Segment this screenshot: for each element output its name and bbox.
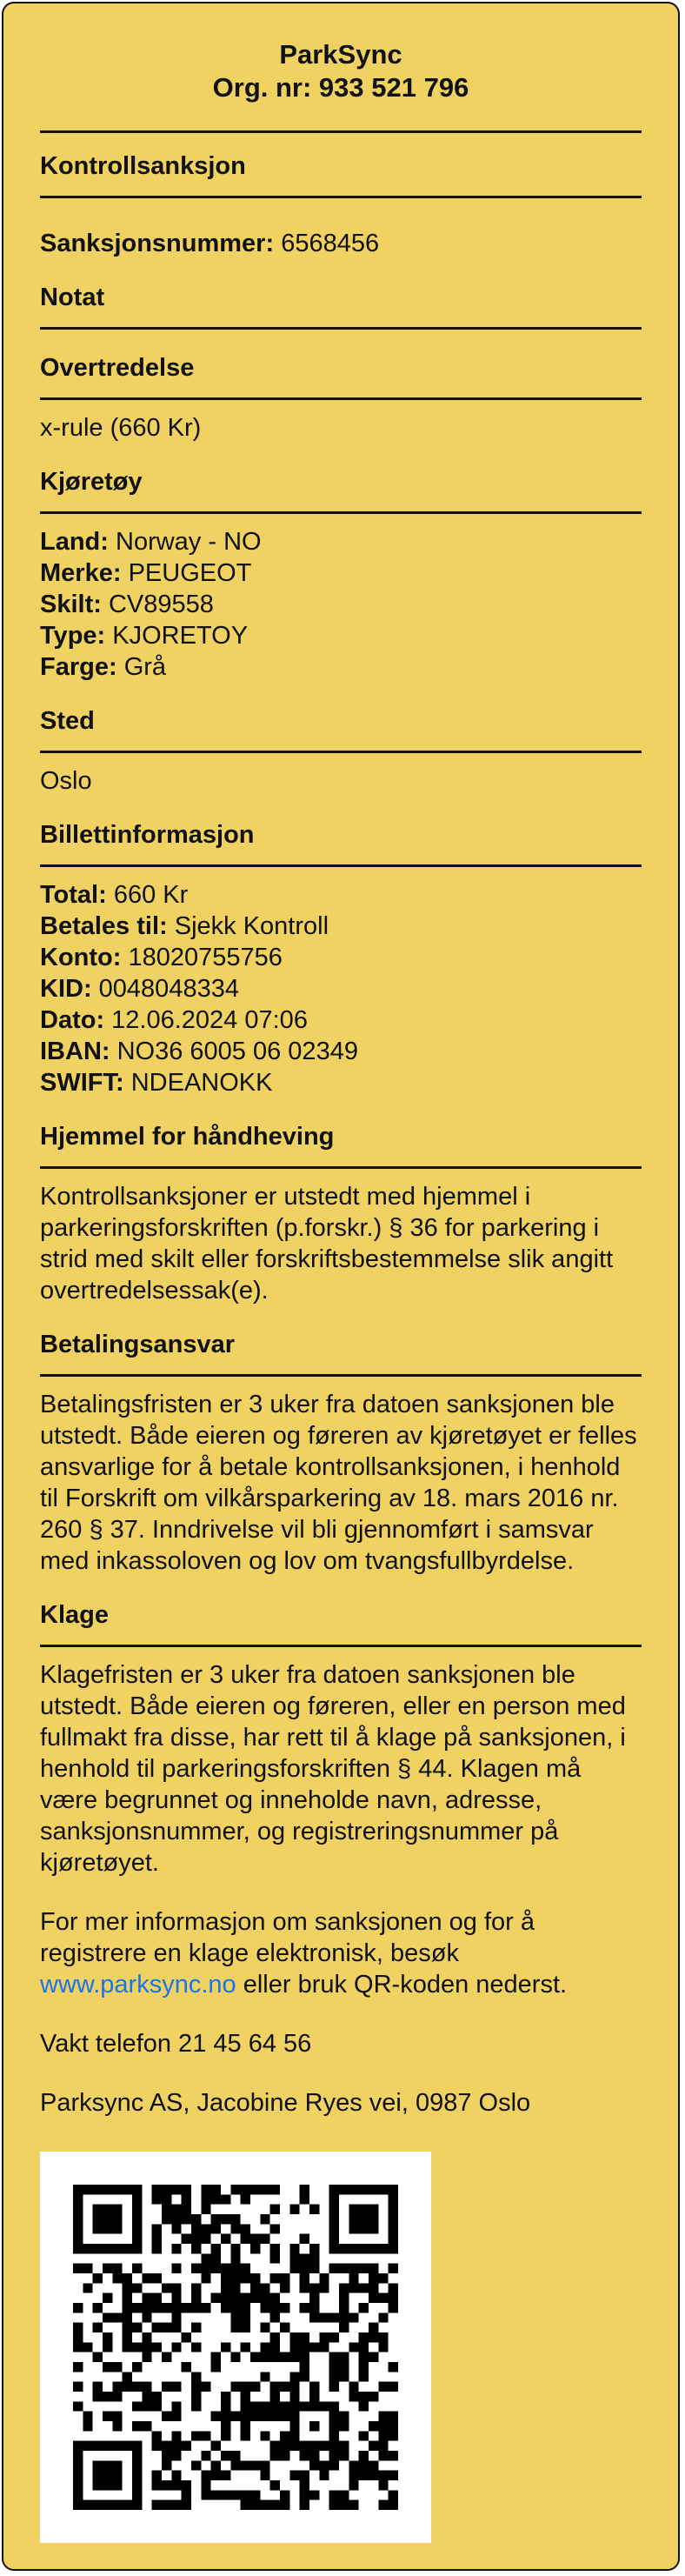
divider	[40, 751, 642, 753]
more-info-before: For mer informasjon om sanksjonen og for…	[40, 1908, 535, 1967]
company-address-text: Parksync AS, Jacobine Ryes vei, 0987 Osl…	[40, 2089, 531, 2117]
vehicle-country-label: Land:	[40, 528, 109, 556]
kid-value: 0048048334	[98, 975, 239, 1003]
swift-label: SWIFT:	[40, 1069, 124, 1097]
section-title-betalingsansvar: Betalingsansvar	[40, 1331, 236, 1358]
ticket-info: Total: 660 Kr Betales til: Sjekk Kontrol…	[40, 879, 642, 1098]
vehicle-row: Merke: PEUGEOT	[40, 557, 642, 589]
duty-phone-text: Vakt telefon 21 45 64 56	[40, 2030, 312, 2058]
violation-value: x-rule (660 Kr)	[40, 414, 202, 442]
section-title-kontrollsanksjon: Kontrollsanksjon	[40, 152, 246, 180]
legal-basis-text: Kontrollsanksjoner er utstedt med hjemme…	[40, 1183, 614, 1305]
qr-code-icon[interactable]	[73, 2185, 398, 2510]
divider	[40, 327, 642, 330]
section-title-kjoretoy: Kjøretøy	[40, 468, 143, 496]
section-title-notat: Notat	[40, 284, 105, 311]
ticket-info-row: Betales til: Sjekk Kontroll	[40, 911, 642, 942]
more-info-after: eller bruk QR-koden nederst.	[236, 1971, 568, 1999]
swift-value: NDEANOKK	[130, 1069, 273, 1097]
vehicle-row: Farge: Grå	[40, 651, 642, 683]
complaint-text: Klagefristen er 3 uker fra datoen sanksj…	[40, 1661, 626, 1877]
more-info-text: For mer informasjon om sanksjonen og for…	[40, 1906, 642, 2000]
vehicle-row: Type: KJORETOY	[40, 620, 642, 651]
company-name: ParkSync	[279, 39, 402, 70]
total-value: 660 Kr	[113, 881, 189, 909]
account-label: Konto:	[40, 944, 122, 971]
ticket-info-row: Konto: 18020755756	[40, 942, 642, 973]
sanction-ticket: ParkSync Org. nr: 933 521 796 Kontrollsa…	[2, 2, 680, 2571]
location-value: Oslo	[40, 767, 92, 795]
section-title-hjemmel: Hjemmel for håndheving	[40, 1123, 335, 1151]
section-title-overtredelse: Overtredelse	[40, 354, 195, 382]
vehicle-country-value: Norway - NO	[116, 528, 262, 556]
sanction-number-value: 6568456	[281, 230, 380, 257]
ticket-info-row: Dato: 12.06.2024 07:06	[40, 1004, 642, 1036]
qr-code-container[interactable]	[40, 2152, 431, 2543]
ticket-info-row: SWIFT: NDEANOKK	[40, 1067, 642, 1098]
ticket-info-row: KID: 0048048334	[40, 973, 642, 1004]
section-title-klage: Klage	[40, 1601, 109, 1629]
sanction-number-label: Sanksjonsnummer:	[40, 230, 275, 257]
org-number: Org. nr: 933 521 796	[212, 72, 469, 103]
vehicle-type-label: Type:	[40, 622, 106, 650]
section-title-billettinformasjon: Billettinformasjon	[40, 821, 255, 849]
ticket-info-row: IBAN: NO36 6005 06 02349	[40, 1036, 642, 1067]
divider	[40, 196, 642, 198]
total-label: Total:	[40, 881, 107, 909]
date-value: 12.06.2024 07:06	[111, 1006, 308, 1034]
vehicle-plate-label: Skilt:	[40, 591, 102, 618]
payee-value: Sjekk Kontroll	[174, 912, 329, 940]
divider	[40, 130, 642, 133]
sanction-number-row: Sanksjonsnummer: 6568456	[40, 228, 642, 259]
iban-label: IBAN:	[40, 1038, 110, 1065]
kid-label: KID:	[40, 975, 92, 1003]
vehicle-row: Land: Norway - NO	[40, 526, 642, 557]
vehicle-make-label: Merke:	[40, 559, 122, 587]
divider	[40, 511, 642, 514]
vehicle-row: Skilt: CV89558	[40, 589, 642, 620]
divider	[40, 397, 642, 400]
ticket-header: ParkSync Org. nr: 933 521 796	[40, 38, 642, 104]
divider	[40, 864, 642, 867]
iban-value: NO36 6005 06 02349	[116, 1038, 358, 1065]
vehicle-color-value: Grå	[123, 653, 167, 681]
vehicle-make-value: PEUGEOT	[128, 559, 252, 587]
website-link[interactable]: www.parksync.no	[40, 1971, 236, 1999]
divider	[40, 1166, 642, 1169]
vehicle-details: Land: Norway - NO Merke: PEUGEOT Skilt: …	[40, 526, 642, 683]
divider	[40, 1645, 642, 1647]
vehicle-plate-value: CV89558	[108, 591, 214, 618]
payment-responsibility-text: Betalingsfristen er 3 uker fra datoen sa…	[40, 1391, 637, 1575]
date-label: Dato:	[40, 1006, 105, 1034]
section-title-sted: Sted	[40, 707, 95, 735]
divider	[40, 1374, 642, 1377]
ticket-info-row: Total: 660 Kr	[40, 879, 642, 911]
payee-label: Betales til:	[40, 912, 168, 940]
vehicle-type-value: KJORETOY	[112, 622, 249, 650]
account-value: 18020755756	[128, 944, 283, 971]
vehicle-color-label: Farge:	[40, 653, 117, 681]
